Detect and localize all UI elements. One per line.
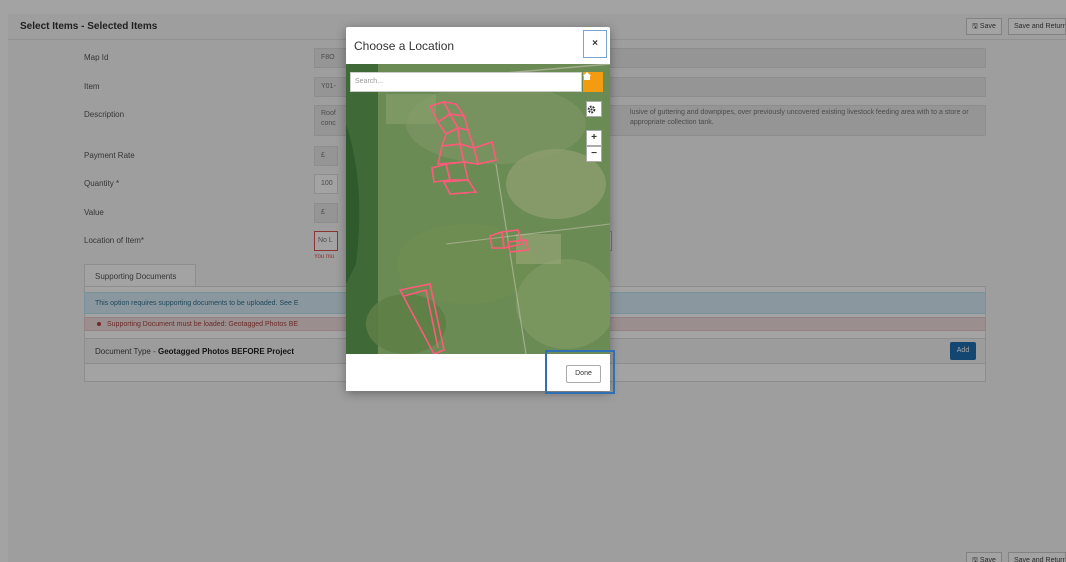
zoom-out-button[interactable]: − bbox=[586, 146, 602, 162]
modal-title: Choose a Location bbox=[354, 39, 455, 53]
close-button[interactable]: × bbox=[583, 30, 607, 58]
map-search-input[interactable]: Search... bbox=[350, 72, 582, 92]
done-button[interactable]: Done bbox=[566, 365, 601, 383]
satellite-map[interactable]: Search... + − bbox=[346, 64, 610, 354]
map-settings-button[interactable] bbox=[586, 101, 602, 117]
home-button[interactable] bbox=[583, 72, 603, 92]
home-icon bbox=[583, 72, 591, 80]
map-imagery bbox=[346, 64, 610, 354]
choose-location-modal: Choose a Location × Search... + − bbox=[346, 27, 610, 391]
zoom-in-button[interactable]: + bbox=[586, 130, 602, 146]
gear-icon bbox=[587, 105, 596, 114]
